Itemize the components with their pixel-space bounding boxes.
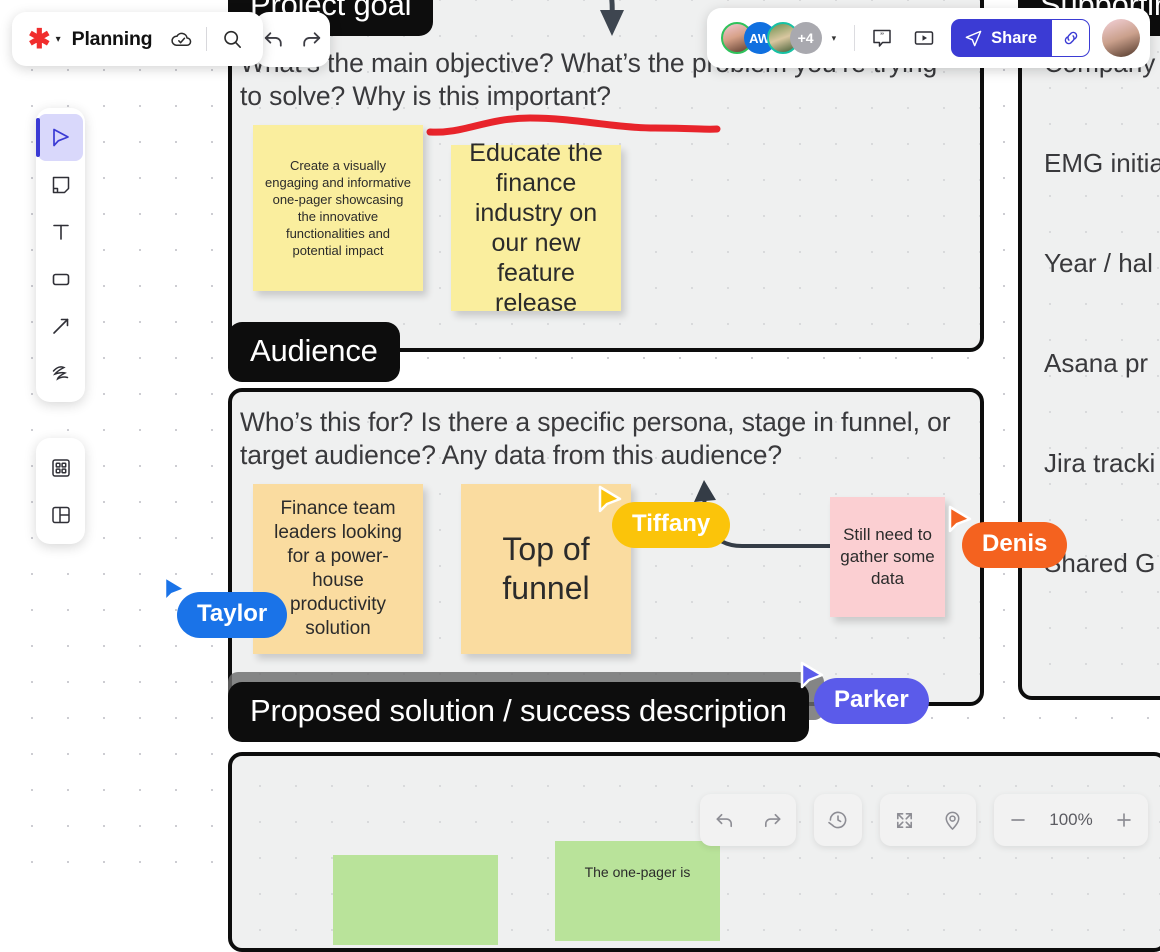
collaborators-caret-icon[interactable]: ▾ bbox=[832, 33, 837, 44]
sticky-educate-finance-text: Educate the finance industry on our new … bbox=[469, 139, 603, 317]
minus-icon bbox=[1011, 819, 1025, 821]
collab-divider bbox=[854, 25, 856, 51]
whiteboard-canvas[interactable]: Project goal What’s the main objective? … bbox=[0, 0, 1160, 952]
cursor-parker-label: Parker bbox=[814, 678, 929, 724]
share-button-label: Share bbox=[991, 28, 1037, 47]
curved-down-arrow-annotation bbox=[600, 0, 624, 36]
text-T-icon bbox=[52, 224, 69, 240]
history-group bbox=[814, 794, 862, 846]
rectangle-icon bbox=[52, 273, 69, 285]
view-group bbox=[880, 794, 976, 846]
redo-arrow-icon[interactable] bbox=[296, 25, 326, 55]
apps-tool[interactable] bbox=[38, 444, 83, 491]
supporting-item[interactable]: Shared G bbox=[1044, 548, 1160, 648]
sticky-educate-finance[interactable]: Educate the finance industry on our new … bbox=[451, 139, 621, 317]
cursor-denis-label: Denis bbox=[962, 522, 1068, 568]
frame-audience-label[interactable]: Audience bbox=[228, 322, 400, 382]
plus-icon bbox=[1117, 813, 1131, 827]
canvas-redo-button[interactable] bbox=[748, 794, 796, 846]
cursor-taylor-label: Taylor bbox=[177, 592, 288, 638]
sticky-note-icon bbox=[52, 176, 69, 193]
redo-arrow-icon bbox=[764, 813, 781, 827]
app-bar: ✱ ▾ Planning bbox=[12, 12, 264, 66]
scribble-pen-icon bbox=[52, 365, 68, 381]
asterisk-logo-icon[interactable]: ✱ bbox=[28, 25, 51, 53]
share-button-group: Share bbox=[951, 19, 1090, 57]
history-undo-group bbox=[700, 794, 796, 846]
undo-redo-floating-bar bbox=[255, 12, 330, 67]
zoom-level-label[interactable]: 100% bbox=[1042, 810, 1100, 830]
pen-tool[interactable] bbox=[38, 349, 83, 396]
supporting-item[interactable]: EMG initia bbox=[1044, 148, 1160, 248]
sticky-still-need-data-text: Still need to gather some data bbox=[840, 525, 935, 588]
templates-tool[interactable] bbox=[38, 491, 83, 538]
copy-link-button[interactable] bbox=[1052, 19, 1090, 57]
grid-apps-icon bbox=[51, 458, 70, 477]
fit-to-screen-button[interactable] bbox=[880, 794, 928, 846]
shape-tool[interactable] bbox=[38, 255, 83, 302]
sticky-create-one-pager-text: Create a visually engaging and informati… bbox=[265, 158, 411, 258]
supporting-item[interactable]: Asana pr bbox=[1044, 348, 1160, 448]
board-menu-caret-icon[interactable]: ▾ bbox=[56, 34, 61, 45]
sticky-green-blank[interactable] bbox=[333, 855, 498, 945]
select-tool[interactable] bbox=[36, 114, 83, 161]
collaboration-bar: AW +4 ▾ ” Share bbox=[706, 8, 1150, 68]
sticky-still-need-data[interactable]: Still need to gather some data bbox=[830, 497, 945, 617]
supporting-item[interactable]: Year / hal bbox=[1044, 248, 1160, 348]
search-icon[interactable] bbox=[217, 24, 247, 54]
history-clock-icon bbox=[828, 811, 847, 829]
zoom-in-button[interactable] bbox=[1100, 794, 1148, 846]
tool-rail-main bbox=[36, 108, 85, 402]
locate-button[interactable] bbox=[928, 794, 976, 846]
text-tool[interactable] bbox=[38, 208, 83, 255]
frame-audience-question: Who’s this for? Is there a specific pers… bbox=[240, 407, 951, 470]
send-plane-icon bbox=[965, 30, 982, 46]
undo-arrow-icon bbox=[715, 813, 732, 827]
cursor-tiffany-label: Tiffany bbox=[612, 502, 731, 548]
arrow-line-icon bbox=[52, 318, 68, 334]
sticky-top-of-funnel-text: Top of funnel bbox=[502, 531, 590, 606]
undo-arrow-icon[interactable] bbox=[259, 25, 289, 55]
share-button[interactable]: Share bbox=[951, 19, 1052, 57]
canvas-undo-button[interactable] bbox=[700, 794, 748, 846]
frame-proposed-solution-label[interactable]: Proposed solution / success description bbox=[228, 682, 809, 742]
sticky-one-pager-green-text: The one-pager is bbox=[584, 864, 691, 880]
tool-rail-extra bbox=[36, 438, 85, 544]
viewport-toolbar: 100% bbox=[700, 794, 1148, 846]
link-icon bbox=[1064, 31, 1077, 45]
cursor-arrow-icon bbox=[52, 128, 69, 146]
fit-to-screen-icon bbox=[896, 812, 912, 828]
board-title[interactable]: Planning bbox=[72, 28, 153, 51]
location-pin-icon bbox=[945, 811, 959, 830]
svg-text:”: ” bbox=[880, 31, 884, 41]
zoom-out-button[interactable] bbox=[994, 794, 1042, 846]
zoom-group: 100% bbox=[994, 794, 1148, 846]
avatar-overflow-count[interactable]: +4 bbox=[789, 22, 822, 54]
current-user-avatar[interactable] bbox=[1102, 19, 1140, 57]
sticky-one-pager-green[interactable]: The one-pager is bbox=[555, 841, 720, 941]
history-button[interactable] bbox=[814, 794, 862, 846]
avatar-overflow-label: +4 bbox=[797, 30, 814, 46]
cloud-saved-icon[interactable] bbox=[166, 24, 196, 54]
comment-icon[interactable]: ” bbox=[865, 21, 899, 55]
present-play-icon[interactable] bbox=[907, 21, 941, 55]
sticky-create-one-pager[interactable]: Create a visually engaging and informati… bbox=[253, 125, 423, 291]
avatar-stack[interactable]: AW +4 bbox=[720, 22, 822, 54]
template-panel-icon bbox=[51, 506, 70, 523]
appbar-divider bbox=[206, 27, 208, 51]
sticky-note-tool[interactable] bbox=[38, 161, 83, 208]
connector-tool[interactable] bbox=[38, 302, 83, 349]
